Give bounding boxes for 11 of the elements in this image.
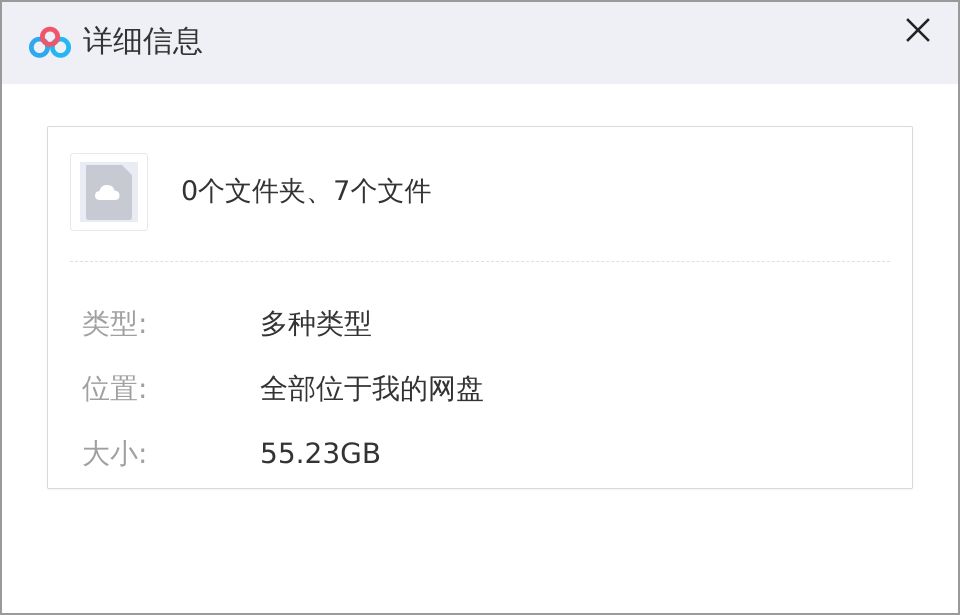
close-icon (906, 18, 930, 42)
window-title: 详细信息 (83, 23, 203, 61)
detail-value: 多种类型 (260, 306, 372, 342)
rings-logo-icon (28, 26, 72, 58)
item-count-summary: 0个文件夹、7个文件 (181, 174, 432, 209)
detail-label: 类型: (82, 306, 148, 342)
cloud-file-icon (70, 153, 148, 231)
detail-label: 大小: (82, 436, 148, 472)
detail-value: 全部位于我的网盘 (260, 370, 484, 406)
detail-value: 55.23GB (260, 436, 382, 472)
detail-label: 位置: (82, 370, 148, 406)
